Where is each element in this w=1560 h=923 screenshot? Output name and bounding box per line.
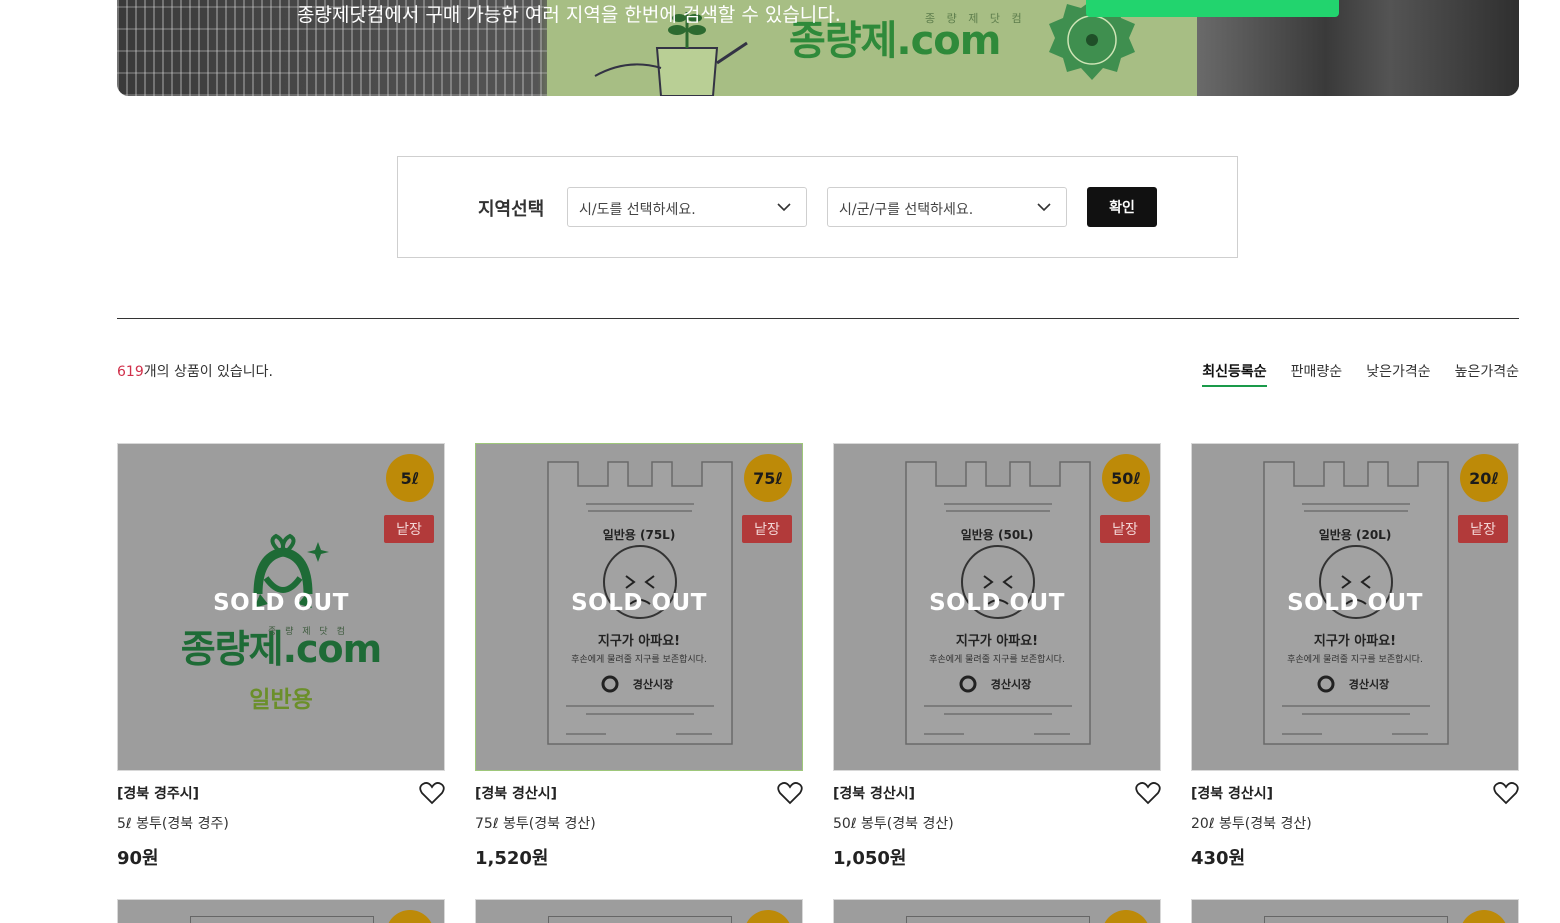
sheet-tag: 낱장 xyxy=(384,515,434,543)
product-card[interactable]: 일반용 (75L) 지구가 아파요! 후손에게 물려줄 지구를 보존합시다. 경… xyxy=(475,443,803,870)
banner-logo-sub: 종 량 제 닷 컴 xyxy=(925,12,1026,25)
sort-high-price[interactable]: 높은가격순 xyxy=(1455,361,1519,387)
product-price: 1,050원 xyxy=(833,848,907,869)
product-region: [경북 경산시] xyxy=(475,786,558,802)
product-price: 1,520원 xyxy=(475,848,549,869)
bag-subtext: 후손에게 물려줄 지구를 보존합시다. xyxy=(571,655,707,665)
product-name[interactable]: 20ℓ 봉투(경북 경산) xyxy=(1191,813,1519,833)
product-image[interactable]: 일반용 (20L) 지구가 아파요! 후손에게 물려줄 지구를 보존합시다. 경… xyxy=(1191,443,1519,771)
volume-badge: 5ℓ xyxy=(386,454,434,502)
banner-caption: 종량제닷컴에서 구매 가능한 여러 지역을 한번에 검색할 수 있습니다. xyxy=(297,4,841,26)
heart-icon[interactable] xyxy=(1135,781,1161,805)
confirm-button[interactable]: 확인 xyxy=(1087,187,1157,227)
city-select-text: 시/군/구를 선택하세요. xyxy=(839,202,974,218)
sold-out-label: SOLD OUT xyxy=(213,590,349,616)
bag-slogan: 지구가 아파요! xyxy=(955,634,1039,649)
section-divider xyxy=(117,318,1519,319)
product-region: [경북 경주시] xyxy=(117,786,200,802)
product-count-suffix: 개의 상품이 있습니다. xyxy=(143,364,274,380)
bag-subtext: 후손에게 물려줄 지구를 보존합시다. xyxy=(929,655,1065,665)
bag-city: 경산시장 xyxy=(1348,678,1390,691)
product-card[interactable]: 종량제.com 종 량 제 닷 컴 일반용 SOLD OUT 5ℓ 낱장 [경북… xyxy=(117,443,445,870)
bag-top-outline xyxy=(1264,916,1448,923)
sold-out-label: SOLD OUT xyxy=(929,590,1065,616)
product-name[interactable]: 75ℓ 봉투(경북 경산) xyxy=(475,813,803,833)
sheet-tag: 낱장 xyxy=(1458,515,1508,543)
banner-cta-button[interactable] xyxy=(1086,0,1339,17)
city-select[interactable]: 시/군/구를 선택하세요. xyxy=(827,187,1067,227)
product-image[interactable]: 일반용 (50L) 지구가 아파요! 후손에게 물려줄 지구를 보존합시다. 경… xyxy=(833,443,1161,771)
product-image-logo-sub: 종 량 제 닷 컴 xyxy=(268,627,348,637)
volume-badge xyxy=(744,910,792,923)
chevron-down-icon xyxy=(1037,203,1051,212)
product-image[interactable]: 일반용 (75L) 지구가 아파요! 후손에게 물려줄 지구를 보존합시다. 경… xyxy=(475,443,803,771)
bag-city: 경산시장 xyxy=(990,678,1032,691)
chevron-down-icon xyxy=(777,203,791,212)
sort-options: 최신등록순 판매량순 낮은가격순 높은가격순 xyxy=(1202,361,1519,387)
product-count: 619개의 상품이 있습니다. xyxy=(117,361,273,381)
product-card-partial[interactable] xyxy=(833,899,1161,923)
volume-badge xyxy=(1460,910,1508,923)
region-label: 지역선택 xyxy=(478,199,545,220)
product-card[interactable]: 일반용 (20L) 지구가 아파요! 후손에게 물려줄 지구를 보존합시다. 경… xyxy=(1191,443,1519,870)
hero-banner: 종량제.com 종 량 제 닷 컴 종량제닷컴에서 구매 가능한 여러 지역을 … xyxy=(117,0,1519,96)
bag-top-outline xyxy=(906,916,1090,923)
bag-top-outline xyxy=(548,916,732,923)
product-name[interactable]: 50ℓ 봉투(경북 경산) xyxy=(833,813,1161,833)
volume-badge xyxy=(1102,910,1150,923)
bag-slogan: 지구가 아파요! xyxy=(597,634,681,649)
bag-city: 경산시장 xyxy=(632,678,674,691)
product-card-partial[interactable] xyxy=(1191,899,1519,923)
sheet-tag: 낱장 xyxy=(1100,515,1150,543)
bag-subtext: 후손에게 물려줄 지구를 보존합시다. xyxy=(1287,655,1423,665)
province-select[interactable]: 시/도를 선택하세요. xyxy=(567,187,807,227)
heart-icon[interactable] xyxy=(419,781,445,805)
bag-slogan: 지구가 아파요! xyxy=(1313,634,1397,649)
product-image[interactable]: 종량제.com 종 량 제 닷 컴 일반용 SOLD OUT 5ℓ 낱장 xyxy=(117,443,445,771)
product-price: 430원 xyxy=(1191,848,1246,869)
sort-latest[interactable]: 최신등록순 xyxy=(1202,361,1267,387)
bag-top-outline xyxy=(190,916,374,923)
product-image-type: 일반용 xyxy=(249,687,313,713)
product-card[interactable]: 일반용 (50L) 지구가 아파요! 후손에게 물려줄 지구를 보존합시다. 경… xyxy=(833,443,1161,870)
region-search-box: 지역선택 시/도를 선택하세요. 시/군/구를 선택하세요. 확인 xyxy=(397,156,1238,258)
product-card-partial[interactable] xyxy=(475,899,803,923)
sort-sales[interactable]: 판매량순 xyxy=(1291,361,1343,387)
sold-out-label: SOLD OUT xyxy=(571,590,707,616)
heart-icon[interactable] xyxy=(777,781,803,805)
product-count-number: 619 xyxy=(117,364,144,380)
product-region: [경북 경산시] xyxy=(1191,786,1274,802)
product-name[interactable]: 5ℓ 봉투(경북 경주) xyxy=(117,813,445,833)
province-select-text: 시/도를 선택하세요. xyxy=(579,202,696,218)
volume-badge: 20ℓ xyxy=(1460,454,1508,502)
product-card-partial[interactable] xyxy=(117,899,445,923)
volume-badge xyxy=(386,910,434,923)
sort-low-price[interactable]: 낮은가격순 xyxy=(1366,361,1430,387)
product-price: 90원 xyxy=(117,848,159,869)
product-region: [경북 경산시] xyxy=(833,786,916,802)
volume-badge: 75ℓ xyxy=(744,454,792,502)
sold-out-label: SOLD OUT xyxy=(1287,590,1423,616)
heart-icon[interactable] xyxy=(1493,781,1519,805)
volume-badge: 50ℓ xyxy=(1102,454,1150,502)
sheet-tag: 낱장 xyxy=(742,515,792,543)
